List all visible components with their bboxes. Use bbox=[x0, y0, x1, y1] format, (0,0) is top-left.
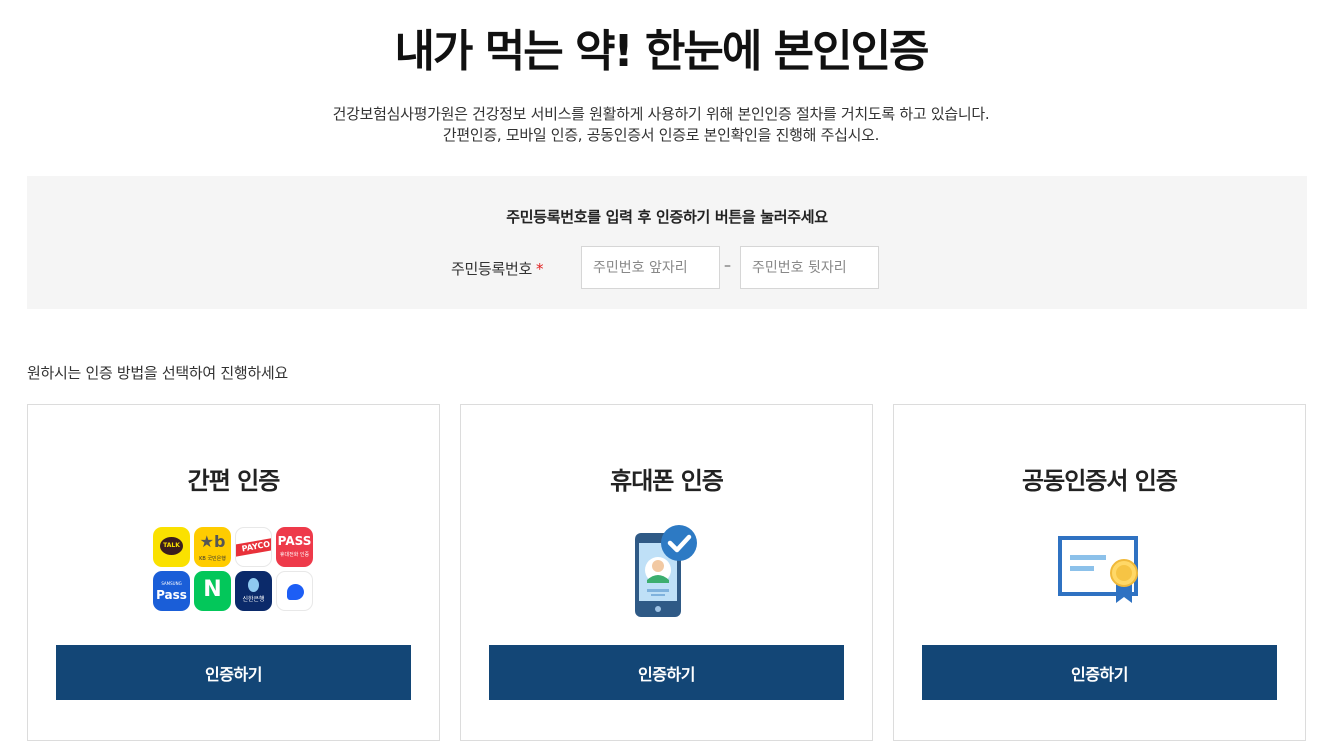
naver-icon: N bbox=[194, 571, 231, 611]
toss-mark bbox=[287, 584, 304, 600]
pass-sublabel: 휴대전화 인증 bbox=[279, 552, 310, 558]
kb-mark: ★b bbox=[199, 532, 226, 551]
rrn-label: 주민등록번호 * bbox=[451, 258, 544, 279]
samsung-pass-label: Pass bbox=[156, 588, 187, 602]
simple-auth-button[interactable]: 인증하기 bbox=[56, 645, 411, 700]
shinhan-bank-icon: 신한은행 bbox=[235, 571, 272, 611]
kb-bank-label: KB 국민은행 bbox=[199, 556, 226, 562]
required-mark: * bbox=[536, 260, 544, 278]
certificate-auth-card: 공동인증서 인증 인증하기 bbox=[893, 404, 1306, 741]
naver-label: N bbox=[203, 577, 222, 602]
toss-icon bbox=[276, 571, 313, 611]
payco-label: PAYCO bbox=[236, 537, 271, 557]
samsung-label: SAMSUNG bbox=[161, 581, 182, 586]
rrn-separator: – bbox=[724, 258, 731, 274]
shinhan-mark bbox=[248, 578, 259, 592]
certificate-auth-button[interactable]: 인증하기 bbox=[922, 645, 1277, 700]
payco-icon: PAYCO bbox=[235, 527, 272, 567]
rrn-back-input[interactable] bbox=[740, 246, 879, 289]
page-description: 건강보험심사평가원은 건강정보 서비스를 원활하게 사용하기 위해 본인인증 절… bbox=[0, 104, 1322, 146]
certificate-auth-title: 공동인증서 인증 bbox=[1022, 467, 1178, 495]
rrn-guide-text: 주민등록번호를 입력 후 인증하기 버튼을 눌러주세요 bbox=[506, 208, 828, 226]
shinhan-label: 신한은행 bbox=[242, 596, 265, 603]
description-line-1: 건강보험심사평가원은 건강정보 서비스를 원활하게 사용하기 위해 본인인증 절… bbox=[332, 105, 990, 123]
simple-auth-title: 간편 인증 bbox=[187, 467, 281, 495]
description-line-2: 간편인증, 모바일 인증, 공동인증서 인증로 본인확인을 진행해 주십시오. bbox=[442, 126, 880, 144]
mobile-auth-title: 휴대폰 인증 bbox=[610, 467, 724, 495]
page-title: 내가 먹는 약! 한눈에 본인인증 bbox=[394, 26, 929, 77]
pass-label: PASS bbox=[277, 534, 312, 548]
rrn-front-input[interactable] bbox=[581, 246, 720, 289]
mobile-auth-card: 휴대폰 인증 인증하기 bbox=[460, 404, 873, 741]
rrn-field-row: 주민등록번호* – bbox=[27, 246, 1307, 289]
smartphone-check-icon bbox=[635, 525, 697, 617]
simple-auth-card: 간편 인증 TALK ★b KB 국민은행 PAYCO PASS 휴대전화 인증… bbox=[27, 404, 440, 741]
mobile-auth-button[interactable]: 인증하기 bbox=[489, 645, 844, 700]
kakaotalk-bubble: TALK bbox=[160, 537, 183, 555]
kb-bank-icon: ★b KB 국민은행 bbox=[194, 527, 231, 567]
method-guide-text: 원하시는 인증 방법을 선택하여 진행하세요 bbox=[27, 364, 288, 382]
simple-auth-app-grid: TALK ★b KB 국민은행 PAYCO PASS 휴대전화 인증 SAMSU… bbox=[153, 527, 315, 613]
rrn-input-panel: 주민등록번호를 입력 후 인증하기 버튼을 눌러주세요 주민등록번호* – bbox=[27, 176, 1307, 309]
pass-icon: PASS 휴대전화 인증 bbox=[276, 527, 313, 567]
kakaotalk-icon: TALK bbox=[153, 527, 190, 567]
samsung-pass-icon: SAMSUNG Pass bbox=[153, 571, 190, 611]
certificate-icon bbox=[1058, 536, 1138, 603]
rrn-label-text: 주민등록번호 bbox=[451, 260, 533, 278]
